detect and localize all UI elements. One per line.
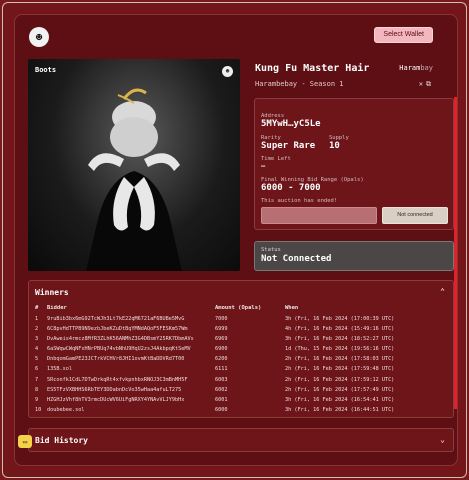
not-connected-button[interactable]: Not connected xyxy=(382,207,448,224)
table-row: 9 HZGHJzVhf8hTV3rmcDUcWV6UiFgNRXY4YNAvVLJ… xyxy=(35,397,447,407)
row-when: 1d (Thu, 15 Feb 2024 (19:56:16 UTC) xyxy=(285,346,395,353)
row-when: 4h (Fri, 16 Feb 2024 (15:49:16 UTC) xyxy=(285,326,395,333)
table-row: 3 DvAweis4rmcz8MfR3ZLhK56ANMhZ3G4DBsmY25R… xyxy=(35,336,447,346)
row-bidder[interactable]: 9ruBib3bx6mG92TcWJh3Lt7kE22qM6721aF6BUBe… xyxy=(47,316,207,322)
row-rank: 3 xyxy=(35,336,39,343)
row-amount: 6200 xyxy=(215,356,228,363)
auction-ended-text: This auction has ended! xyxy=(261,198,338,204)
row-bidder[interactable]: doubebee.sol xyxy=(47,407,207,413)
row-bidder[interactable]: 135B.sol xyxy=(47,366,207,372)
monkey-badge-icon: ☻ xyxy=(222,66,233,77)
auction-card: ☻ Select Wallet Boots ☻ Kung Fu Master H… xyxy=(14,14,458,466)
row-rank: 9 xyxy=(35,396,39,403)
row-rank: 6 xyxy=(35,366,39,373)
row-bidder[interactable]: DvAweis4rmcz8MfR3ZLhK56ANMhZ3G4DBsmY25RK… xyxy=(47,336,207,342)
table-row: 8 ES5TFzVXBHHS6RbTEY3DDabnDcVo35wHaa4afuL… xyxy=(35,387,447,397)
col-rank: # xyxy=(35,305,39,311)
row-when: 2h (Fri, 16 Feb 2024 (17:57:49 UTC) xyxy=(285,386,395,393)
time-left-label: Time Left xyxy=(261,156,291,162)
table-row: 6 135B.sol 6111 2h (Fri, 16 Feb 2024 (17:59… xyxy=(35,366,447,376)
row-amount: 6001 xyxy=(215,396,228,403)
winners-section: Winners ⌃ # Bidder Amount (Opals) When 1… xyxy=(28,280,454,418)
supply-value: 10 xyxy=(329,141,340,151)
select-wallet-button[interactable]: Select Wallet xyxy=(374,27,433,43)
scrollbar-accent[interactable] xyxy=(454,97,457,409)
winners-table-header: # Bidder Amount (Opals) When xyxy=(35,305,447,313)
chat-icon[interactable]: ▭ xyxy=(18,435,32,448)
row-rank: 4 xyxy=(35,346,39,353)
row-bidder[interactable]: HZGHJzVhf8hTV3rmcDUcWV6UiFgNRXY4YNAvVLJY… xyxy=(47,397,207,403)
table-row: 1 9ruBib3bx6mG92TcWJh3Lt7kE22qM6721aF6BUB… xyxy=(35,316,447,326)
status-label: Status xyxy=(261,247,281,253)
address-value[interactable]: 5MYwH…yC5Le xyxy=(261,119,321,129)
row-amount: 6999 xyxy=(215,326,228,333)
table-row: 4 6aSWqwCWqNFxHNrPBUq74vbNhU9HqU2zsJ4Akbp… xyxy=(35,346,447,356)
row-bidder[interactable]: 5Rconfk1CdL7DTwDrkqRt4xfvkpnhbxRNOJ3C3mB… xyxy=(47,377,207,383)
row-bidder[interactable]: 6C8pvHdTTPB9N9ezbJbeKZuDtBqYMNdAQoF5FESK… xyxy=(47,326,207,332)
chevron-up-icon[interactable]: ⌃ xyxy=(440,287,445,296)
external-link-icon[interactable]: ⧉ xyxy=(426,80,431,89)
status-value: Not Connected xyxy=(261,254,332,264)
bid-history-title: Bid History xyxy=(35,436,88,445)
row-amount: 7000 xyxy=(215,316,228,322)
row-when: 3h (Fri, 16 Feb 2024 (16:54:41 UTC) xyxy=(285,396,395,403)
row-when: 3h (Fri, 16 Feb 2024 (18:52:27 UTC) xyxy=(285,336,395,343)
row-bidder[interactable]: ES5TFzVXBHHS6RbTEY3DDabnDcVo35wHaa4afuLT… xyxy=(47,387,207,393)
monkey-logo-icon[interactable]: ☻ xyxy=(29,27,49,47)
winners-title: Winners xyxy=(35,288,69,297)
bid-history-section[interactable]: Bid History ⌄ xyxy=(28,428,454,452)
status-panel: Status Not Connected xyxy=(254,241,454,271)
twitter-icon[interactable]: ✕ xyxy=(419,80,423,89)
time-left-value: — xyxy=(261,162,266,170)
bid-range-value: 6000 - 7000 xyxy=(261,183,321,193)
top-bar: ☻ Select Wallet xyxy=(15,15,457,59)
winners-table-body: 1 9ruBib3bx6mG92TcWJh3Lt7kE22qM6721aF6BUB… xyxy=(35,316,447,417)
row-amount: 6900 xyxy=(215,346,228,353)
row-when: 2h (Fri, 16 Feb 2024 (17:59:48 UTC) xyxy=(285,366,395,373)
row-rank: 10 xyxy=(35,406,42,413)
col-when: When xyxy=(285,305,299,311)
item-artwork: Boots ☻ xyxy=(28,59,240,271)
row-amount: 6969 xyxy=(215,336,228,343)
table-row: 10 doubebee.sol 6000 3h (Fri, 16 Feb 2024 (… xyxy=(35,407,447,417)
item-title: Kung Fu Master Hair xyxy=(255,63,370,74)
row-when: 2h (Fri, 16 Feb 2024 (17:58:03 UTC) xyxy=(285,356,395,363)
row-rank: 7 xyxy=(35,376,39,383)
auction-info-panel: Address 5MYwH…yC5Le Rarity Super Rare Su… xyxy=(254,98,454,230)
bid-amount-input[interactable] xyxy=(261,207,377,224)
brand-main: Haram xyxy=(399,64,421,72)
col-amount: Amount (Opals) xyxy=(215,305,262,311)
brand-suffix: bay xyxy=(420,64,433,72)
row-when: 3h (Fri, 16 Feb 2024 (16:44:51 UTC) xyxy=(285,406,395,413)
row-amount: 6003 xyxy=(215,376,228,383)
collection-name: Harambebay - Season 1 xyxy=(255,80,344,88)
row-when: 3h (Fri, 16 Feb 2024 (17:00:39 UTC) xyxy=(285,316,395,322)
row-rank: 2 xyxy=(35,326,39,333)
rarity-value: Super Rare xyxy=(261,141,316,151)
hair-illustration xyxy=(86,88,182,271)
brand-logo[interactable]: Harambay xyxy=(399,64,433,72)
row-amount: 6111 xyxy=(215,366,228,373)
row-rank: 8 xyxy=(35,386,39,393)
table-row: 7 5Rconfk1CdL7DTwDrkqRt4xfvkpnhbxRNOJ3C3m… xyxy=(35,377,447,387)
row-bidder[interactable]: DnbqomGamPE23JCTrkVCHVr8JHI1ovmKtBaDDVRd… xyxy=(47,356,207,362)
artwork-label: Boots xyxy=(35,66,57,74)
row-rank: 5 xyxy=(35,356,39,363)
row-when: 2h (Fri, 16 Feb 2024 (17:59:12 UTC) xyxy=(285,376,395,383)
chevron-down-icon[interactable]: ⌄ xyxy=(440,435,445,444)
col-bidder: Bidder xyxy=(47,305,67,311)
row-rank: 1 xyxy=(35,316,39,322)
row-amount: 6000 xyxy=(215,406,228,413)
row-bidder[interactable]: 6aSWqwCWqNFxHNrPBUq74vbNhU9HqU2zsJ4Akbpq… xyxy=(47,346,207,352)
share-icons: ✕ ⧉ xyxy=(419,80,431,89)
table-row: 5 DnbqomGamPE23JCTrkVCHVr8JHI1ovmKtBaDDVR… xyxy=(35,356,447,366)
row-amount: 6002 xyxy=(215,386,228,393)
table-row: 2 6C8pvHdTTPB9N9ezbJbeKZuDtBqYMNdAQoF5FES… xyxy=(35,326,447,336)
